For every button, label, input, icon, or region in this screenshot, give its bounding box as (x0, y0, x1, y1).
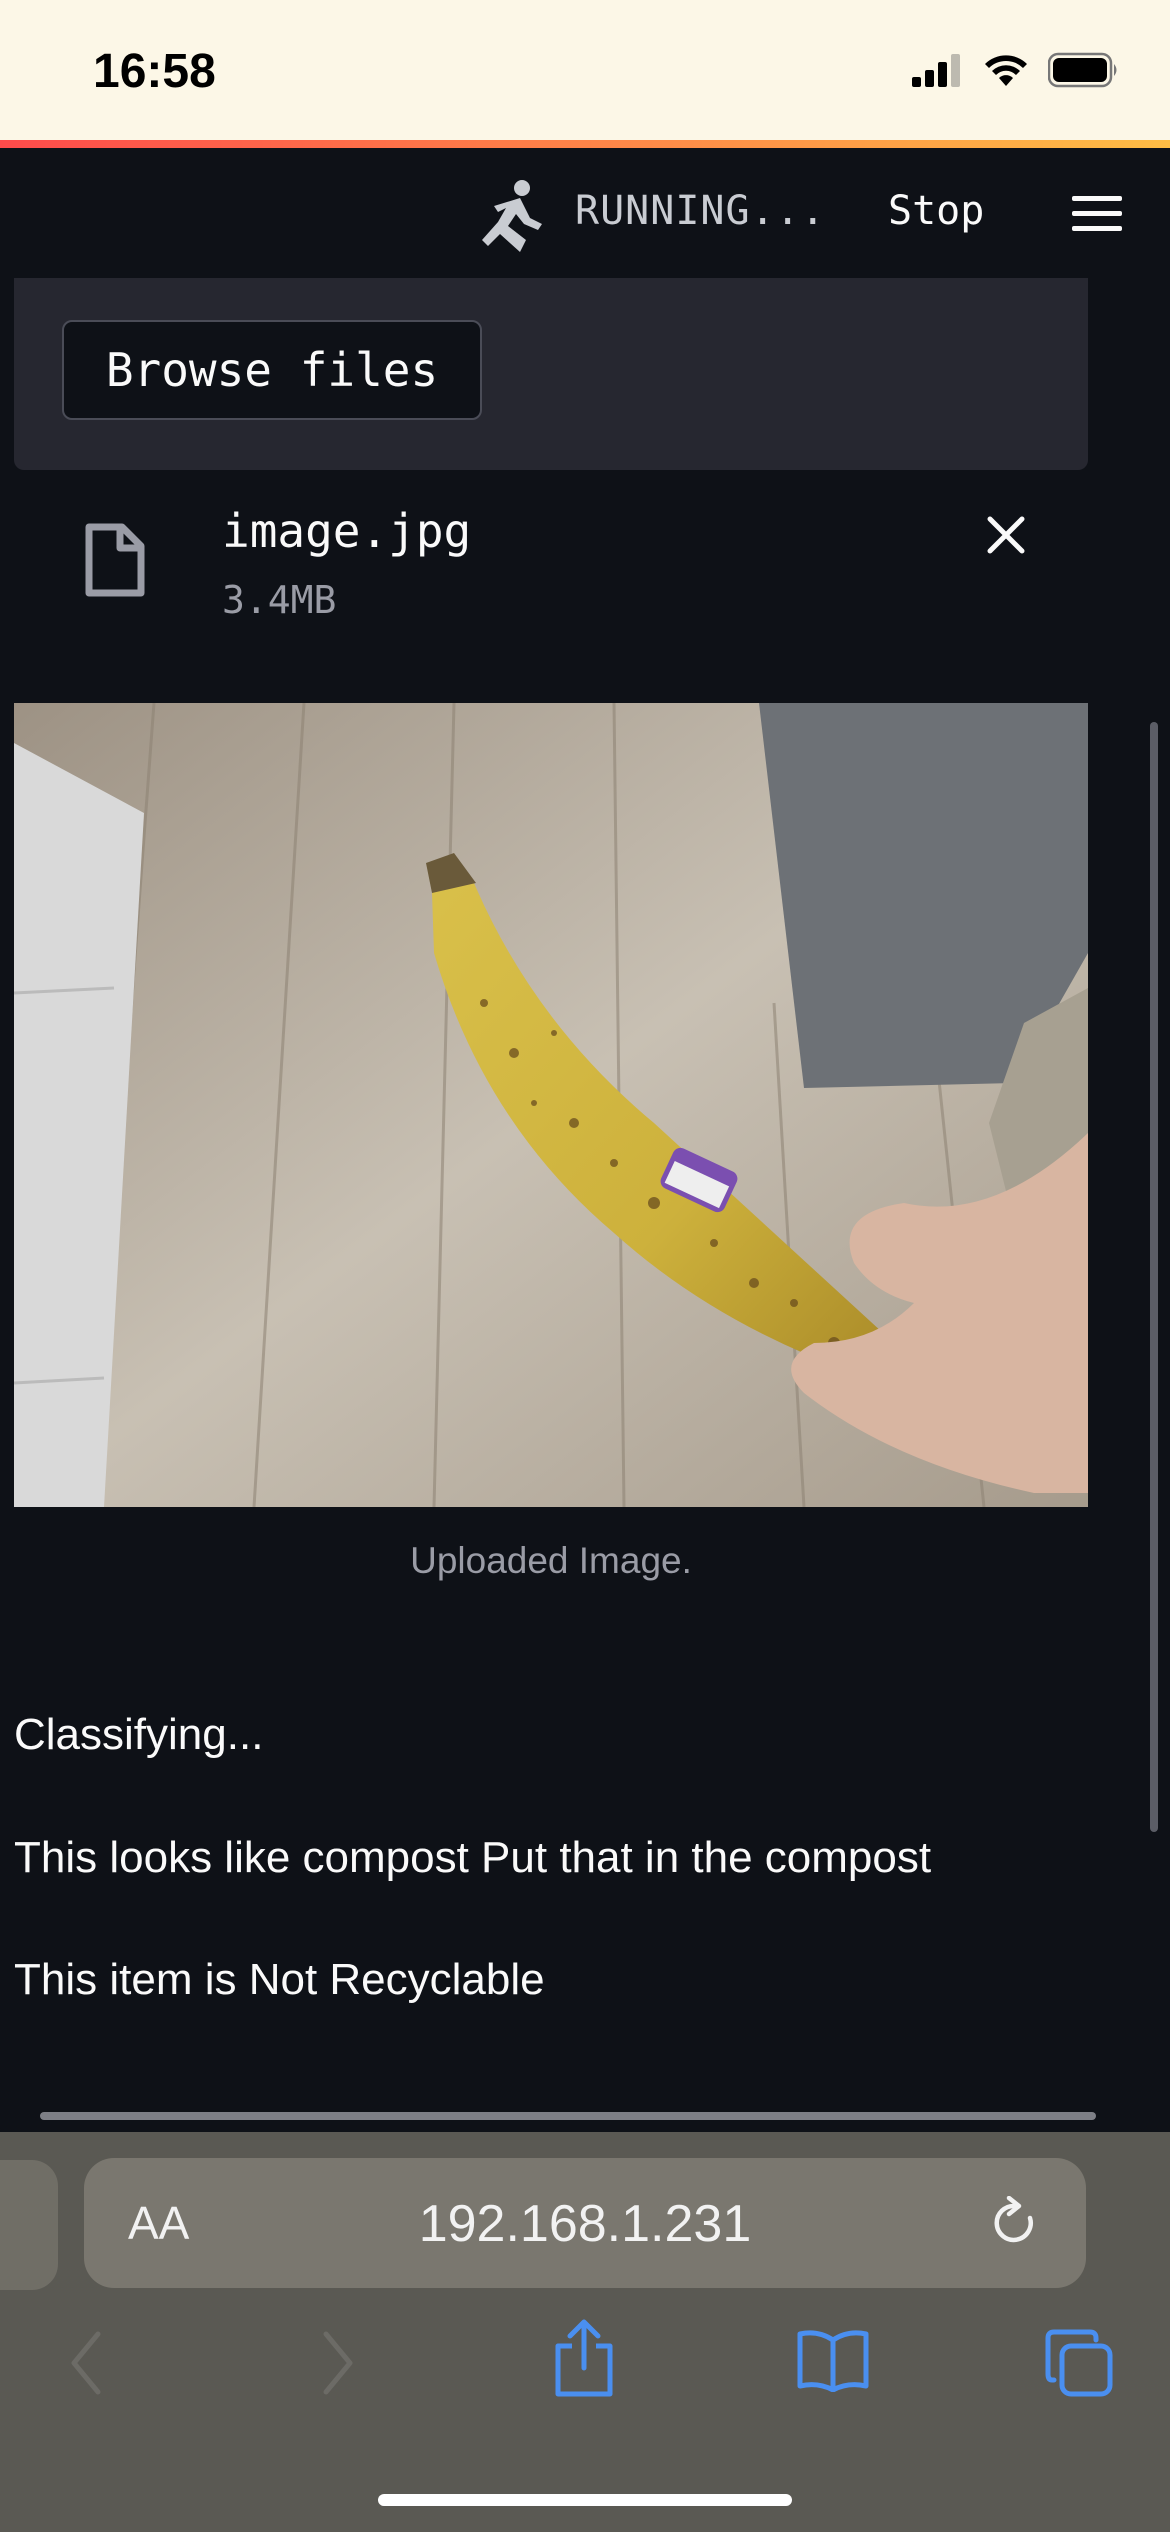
address-bar[interactable]: AA 192.168.1.231 (84, 2158, 1086, 2288)
share-icon[interactable] (552, 2318, 616, 2398)
file-icon (85, 523, 145, 597)
banana-photo (14, 703, 1088, 1507)
safari-bottom-bar: AA 192.168.1.231 (0, 2132, 1170, 2532)
horizontal-scrollbar[interactable] (40, 2112, 1096, 2120)
running-man-icon (482, 180, 542, 252)
classifying-text: Classifying... (14, 1710, 264, 1759)
vertical-scrollbar[interactable] (1150, 722, 1158, 1832)
app-header: RUNNING... Stop (0, 148, 1170, 278)
status-bar: 16:58 (0, 0, 1170, 140)
image-caption: Uploaded Image. (410, 1540, 692, 1581)
wifi-icon (985, 55, 1027, 86)
home-indicator[interactable] (378, 2494, 792, 2506)
previous-tab-preview[interactable] (0, 2160, 58, 2290)
back-chevron-icon[interactable] (66, 2328, 106, 2398)
file-size: 3.4MB (222, 578, 337, 622)
classification-result: This looks like compost Put that in the … (14, 1833, 932, 1882)
hamburger-menu-icon[interactable] (1072, 196, 1122, 232)
battery-icon (1048, 52, 1117, 88)
status-time: 16:58 (93, 45, 216, 98)
bookmarks-icon[interactable] (796, 2328, 870, 2392)
file-uploader-dropzone[interactable]: Browse files (14, 278, 1088, 470)
url-text: 192.168.1.231 (418, 2195, 752, 2253)
status-icons (912, 52, 1120, 88)
header-decoration (0, 140, 1170, 148)
forward-chevron-icon[interactable] (318, 2328, 358, 2398)
remove-file-close-icon[interactable] (985, 514, 1027, 556)
cellular-signal-icon (912, 54, 960, 87)
file-name: image.jpg (222, 504, 472, 558)
recyclability-result: This item is Not Recyclable (14, 1955, 545, 2004)
reload-icon[interactable] (990, 2196, 1040, 2250)
tabs-icon[interactable] (1044, 2328, 1114, 2398)
uploaded-image (14, 703, 1088, 1507)
running-status: RUNNING... (575, 188, 826, 234)
browse-files-button[interactable]: Browse files (62, 320, 482, 420)
stop-button[interactable]: Stop (888, 188, 984, 234)
uploaded-file-row: image.jpg 3.4MB (0, 470, 1170, 670)
